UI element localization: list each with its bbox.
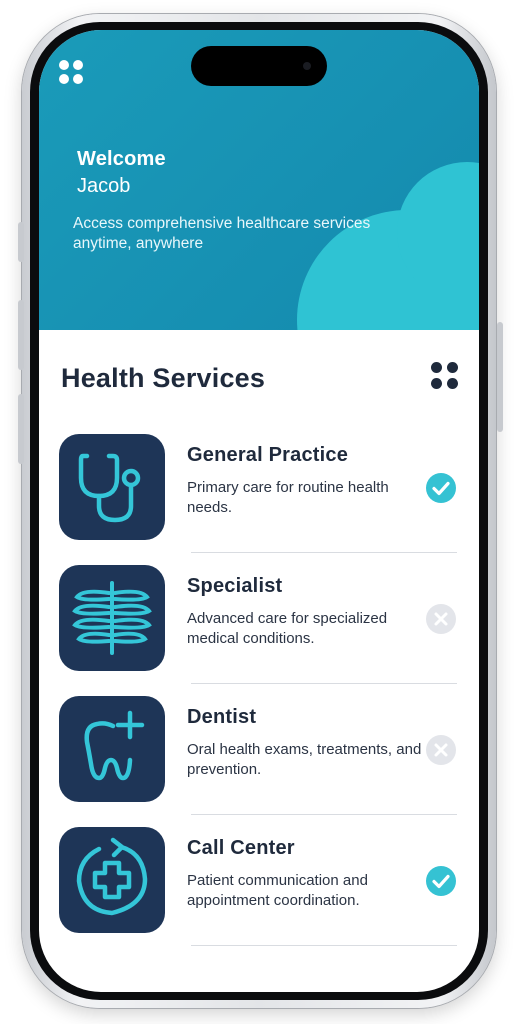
decorative-cloud [339, 280, 479, 330]
divider [191, 814, 457, 815]
app-screen: Welcome Jacob Access comprehensive healt… [39, 30, 479, 992]
service-toggle-unchecked[interactable] [425, 603, 457, 635]
divider [191, 552, 457, 553]
volume-down-button [18, 394, 24, 464]
service-description: Advanced care for specialized medical co… [187, 610, 388, 647]
welcome-banner: Welcome Jacob Access comprehensive healt… [39, 30, 479, 330]
ribcage-icon [72, 581, 152, 655]
service-name: General Practice [187, 444, 349, 466]
service-description: Patient communication and appointment co… [187, 872, 368, 909]
camera-dot [303, 62, 311, 70]
service-toggle-checked[interactable] [425, 865, 457, 897]
close-icon [426, 735, 456, 765]
divider [191, 683, 457, 684]
divider [191, 945, 457, 946]
welcome-tagline: Access comprehensive healthcare services… [73, 215, 371, 252]
power-button [497, 322, 503, 432]
service-tile [59, 827, 165, 933]
service-description: Oral health exams, treatments, and preve… [187, 741, 422, 778]
volume-up-button [18, 300, 24, 370]
welcome-heading: Welcome [77, 148, 166, 170]
service-description: Primary care for routine health needs. [187, 479, 389, 516]
service-tile [59, 434, 165, 540]
service-tile [59, 565, 165, 671]
service-item-specialist[interactable]: Specialist Advanced care for specialized… [39, 565, 479, 696]
service-item-general-practice[interactable]: General Practice Primary care for routin… [39, 434, 479, 565]
service-tile [59, 696, 165, 802]
check-icon [426, 473, 456, 503]
silent-switch [18, 222, 24, 262]
user-name: Jacob [77, 175, 131, 197]
close-icon [426, 604, 456, 634]
section-title: Health Services [61, 363, 266, 393]
service-name: Specialist [187, 575, 283, 597]
grid-view-icon[interactable] [431, 362, 459, 390]
app-menu-icon[interactable] [59, 60, 87, 88]
service-toggle-unchecked[interactable] [425, 734, 457, 766]
stethoscope-icon [78, 453, 141, 523]
dynamic-island [191, 46, 327, 86]
service-toggle-checked[interactable] [425, 472, 457, 504]
tooth-icon [84, 710, 145, 781]
service-name: Dentist [187, 706, 257, 728]
service-item-dentist[interactable]: Dentist Oral health exams, treatments, a… [39, 696, 479, 827]
service-item-call-center[interactable]: Call Center Patient communication and ap… [39, 827, 479, 958]
check-icon [426, 866, 456, 896]
medical-cross-refresh-icon [76, 837, 148, 916]
service-name: Call Center [187, 837, 295, 859]
